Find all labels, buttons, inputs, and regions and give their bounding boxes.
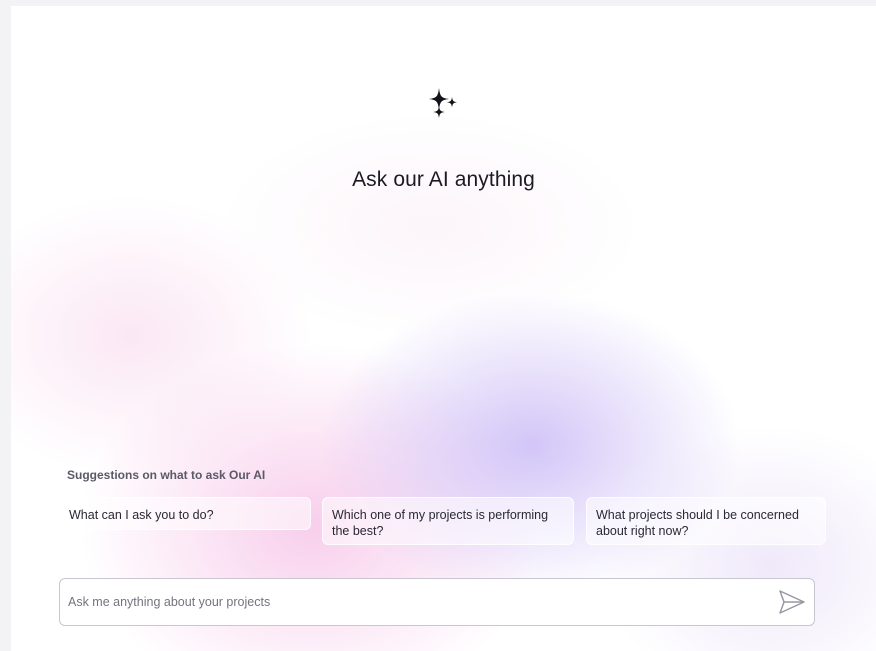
send-button[interactable] <box>770 579 814 625</box>
send-icon <box>779 590 805 614</box>
suggestion-chip[interactable]: What can I ask you to do? <box>59 497 311 530</box>
page-title: Ask our AI anything <box>352 168 535 191</box>
sparkles-icon <box>428 88 457 118</box>
ai-assistant-panel: Ask our AI anything Suggestions on what … <box>11 6 876 651</box>
ask-input[interactable] <box>60 579 770 625</box>
hero-section: Ask our AI anything <box>11 86 876 192</box>
suggestion-chip[interactable]: Which one of my projects is performing t… <box>322 497 574 545</box>
ask-input-container <box>59 578 815 626</box>
suggestions-label: Suggestions on what to ask Our AI <box>67 468 266 482</box>
suggestion-chip[interactable]: What projects should I be concerned abou… <box>586 497 826 545</box>
